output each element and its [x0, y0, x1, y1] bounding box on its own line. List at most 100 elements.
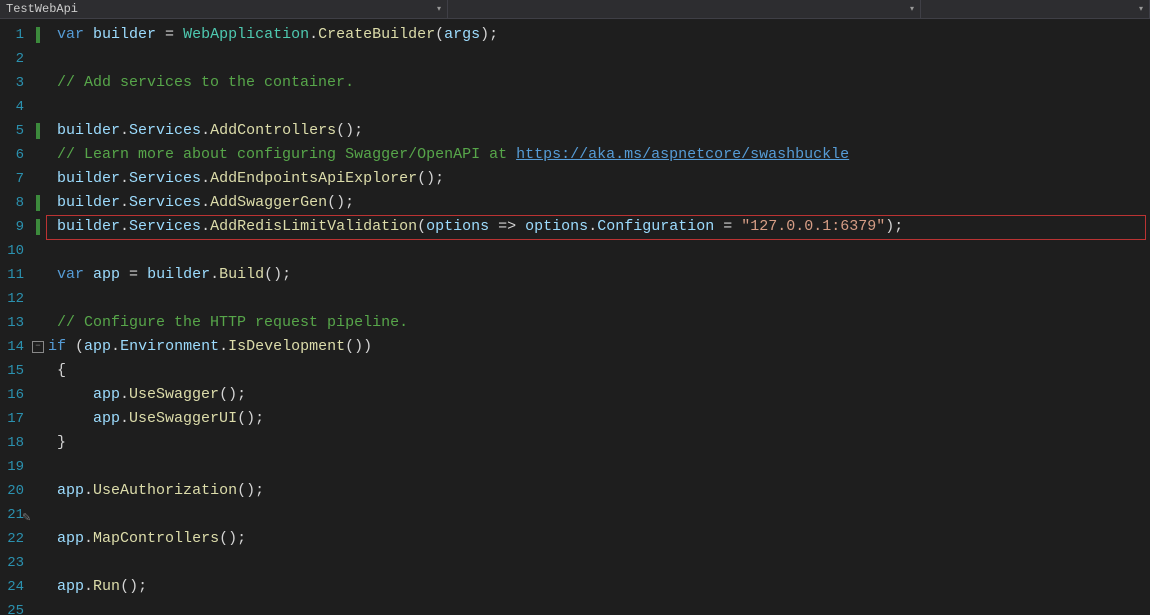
token: builder [57, 122, 120, 139]
code-line[interactable]: // Add services to the container. [48, 71, 1150, 95]
change-marker [36, 195, 40, 211]
token: app [57, 578, 84, 595]
fold-row [30, 431, 48, 455]
token: = [156, 26, 183, 43]
code-line[interactable]: builder.Services.AddEndpointsApiExplorer… [48, 167, 1150, 191]
line-number: 6 [0, 143, 30, 167]
type-dropdown[interactable]: ▾ [448, 0, 921, 18]
scope-dropdown[interactable]: TestWebApi ▾ [0, 0, 448, 18]
token: AddEndpointsApiExplorer [210, 170, 417, 187]
token: . [120, 122, 129, 139]
code-line[interactable]: var app = builder.Build(); [48, 263, 1150, 287]
code-line[interactable] [48, 239, 1150, 263]
code-line[interactable]: app.UseSwagger(); [48, 383, 1150, 407]
code-line[interactable]: var builder = WebApplication.CreateBuild… [48, 23, 1150, 47]
scope-label: TestWebApi [6, 2, 78, 16]
change-marker [36, 27, 40, 43]
code-line[interactable] [48, 47, 1150, 71]
line-number: 18 [0, 431, 30, 455]
code-line[interactable] [48, 551, 1150, 575]
token: Run [93, 578, 120, 595]
token: . [120, 386, 129, 403]
fold-row [30, 71, 48, 95]
token: (); [120, 578, 147, 595]
line-number: 24 [0, 575, 30, 599]
token: app [93, 386, 120, 403]
token: UseSwaggerUI [129, 410, 237, 427]
fold-row [30, 287, 48, 311]
token: builder [57, 170, 120, 187]
token: . [219, 338, 228, 355]
code-editor[interactable]: 1234567891011121314151617181920212223242… [0, 19, 1150, 615]
token: app [93, 410, 120, 427]
code-area[interactable]: var builder = WebApplication.CreateBuild… [48, 19, 1150, 615]
fold-row [30, 551, 48, 575]
fold-row [30, 407, 48, 431]
fold-row [30, 47, 48, 71]
fold-row [30, 575, 48, 599]
token: . [201, 218, 210, 235]
code-line[interactable]: // Configure the HTTP request pipeline. [48, 311, 1150, 335]
token: (); [327, 194, 354, 211]
change-marker [36, 123, 40, 139]
token: args [444, 26, 480, 43]
navigation-bar: TestWebApi ▾ ▾ ▾ [0, 0, 1150, 19]
code-line[interactable]: { [48, 359, 1150, 383]
member-dropdown[interactable]: ▾ [921, 0, 1150, 18]
fold-row [30, 527, 48, 551]
token: . [120, 170, 129, 187]
chevron-down-icon: ▾ [910, 4, 914, 14]
token: (); [219, 386, 246, 403]
token: ( [66, 338, 84, 355]
token: Build [219, 266, 264, 283]
token: // Configure the HTTP request pipeline. [57, 314, 408, 331]
fold-row [30, 359, 48, 383]
code-line[interactable] [48, 599, 1150, 615]
fold-row [30, 239, 48, 263]
code-line[interactable]: app.MapControllers(); [48, 527, 1150, 551]
token: = [714, 218, 741, 235]
code-line[interactable] [48, 287, 1150, 311]
code-line[interactable]: ✎ [48, 503, 1150, 527]
token: Services [129, 194, 201, 211]
token: MapControllers [93, 530, 219, 547]
token: options [426, 218, 489, 235]
fold-toggle-icon[interactable]: − [32, 341, 44, 353]
code-line[interactable]: builder.Services.AddRedisLimitValidation… [48, 215, 1150, 239]
fold-row [30, 455, 48, 479]
code-line[interactable] [48, 95, 1150, 119]
fold-row: − [30, 335, 48, 359]
code-line[interactable]: app.Run(); [48, 575, 1150, 599]
token: options [525, 218, 588, 235]
line-number: 1 [0, 23, 30, 47]
code-line[interactable]: builder.Services.AddSwaggerGen(); [48, 191, 1150, 215]
code-line[interactable]: app.UseAuthorization(); [48, 479, 1150, 503]
line-number: 20 [0, 479, 30, 503]
token: . [84, 578, 93, 595]
code-line[interactable]: builder.Services.AddControllers(); [48, 119, 1150, 143]
token: Services [129, 218, 201, 235]
line-number: 17 [0, 407, 30, 431]
code-line[interactable]: // Learn more about configuring Swagger/… [48, 143, 1150, 167]
line-number: 13 [0, 311, 30, 335]
token: var [57, 266, 93, 283]
token: ( [417, 218, 426, 235]
token: app [93, 266, 120, 283]
token: ( [435, 26, 444, 43]
code-line[interactable]: if (app.Environment.IsDevelopment()) [48, 335, 1150, 359]
code-line[interactable] [48, 455, 1150, 479]
token: . [111, 338, 120, 355]
token: builder [93, 26, 156, 43]
token: WebApplication [183, 26, 309, 43]
code-line[interactable]: } [48, 431, 1150, 455]
token: AddSwaggerGen [210, 194, 327, 211]
token: = [120, 266, 147, 283]
pencil-icon: ✎ [22, 507, 31, 531]
line-number: 12 [0, 287, 30, 311]
line-number: 9 [0, 215, 30, 239]
code-line[interactable]: app.UseSwaggerUI(); [48, 407, 1150, 431]
change-marker [36, 219, 40, 235]
token: ()) [345, 338, 372, 355]
token: UseSwagger [129, 386, 219, 403]
token: // Learn more about configuring Swagger/… [57, 146, 516, 163]
